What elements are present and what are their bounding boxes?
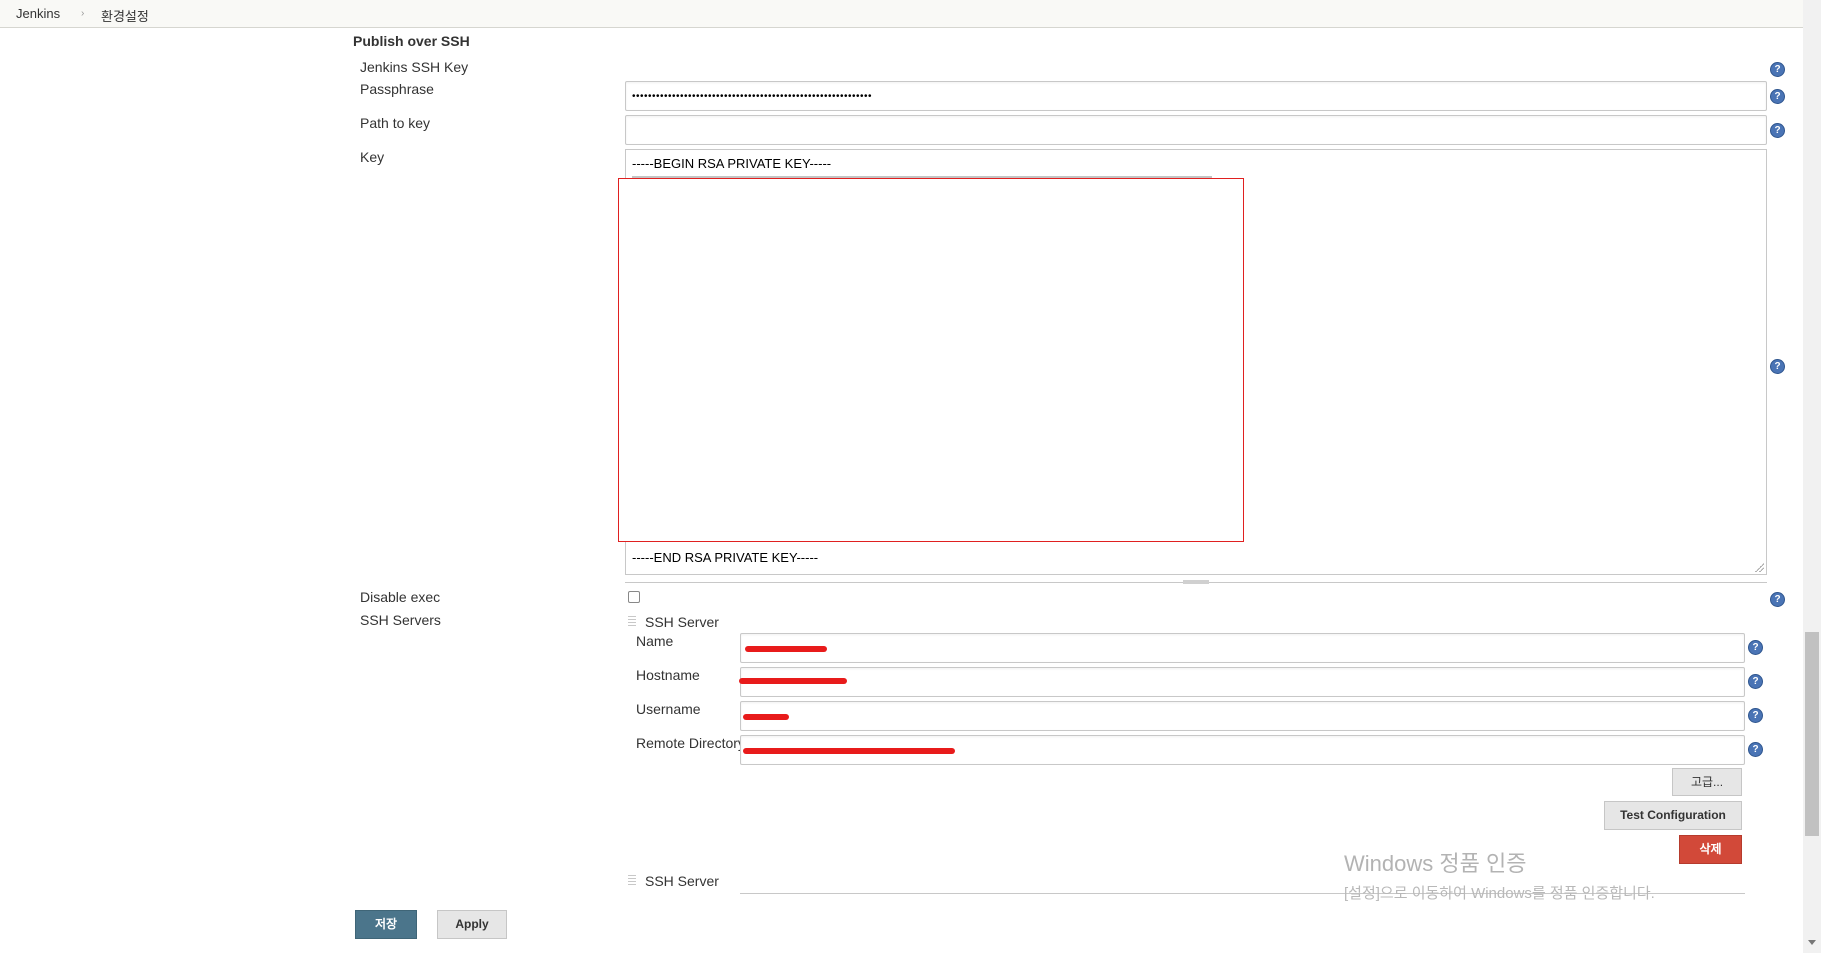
disable-exec-checkbox[interactable] (628, 591, 640, 603)
advanced-button[interactable]: 고급... (1672, 768, 1742, 796)
key-label: Key (360, 149, 385, 165)
help-icon[interactable]: ? (1770, 62, 1785, 77)
resize-grip-icon[interactable] (1754, 562, 1764, 572)
drag-handle-icon[interactable] (628, 875, 636, 887)
redaction-mark (739, 678, 847, 684)
delete-server-button[interactable]: 삭제 (1679, 835, 1742, 864)
redaction-mark (743, 748, 955, 754)
section-title: Publish over SSH (353, 33, 470, 49)
server-username-input[interactable] (740, 701, 1745, 731)
server-hostname-label: Hostname (636, 667, 700, 683)
save-button[interactable]: 저장 (355, 910, 417, 939)
breadcrumb: Jenkins › 환경설정 (0, 0, 1821, 28)
textarea-resize-handle[interactable] (1183, 580, 1209, 584)
help-icon[interactable]: ? (1748, 640, 1763, 655)
breadcrumb-separator-icon: › (81, 8, 85, 19)
redaction-mark (743, 714, 789, 720)
scroll-down-arrow-icon[interactable] (1808, 940, 1816, 945)
server-username-label: Username (636, 701, 701, 717)
scrollbar-thumb[interactable] (1805, 632, 1819, 836)
key-first-line: -----BEGIN RSA PRIVATE KEY----- (632, 156, 832, 171)
passphrase-label: Passphrase (360, 81, 434, 97)
disable-exec-label: Disable exec (360, 589, 441, 605)
help-icon[interactable]: ? (1770, 592, 1785, 607)
redaction-mark (745, 646, 827, 652)
path-to-key-input[interactable] (625, 115, 1767, 145)
server-remote-dir-label: Remote Directory (636, 735, 745, 751)
server-name-label: Name (636, 633, 674, 649)
ssh-servers-label: SSH Servers (360, 612, 441, 628)
key-last-line: -----END RSA PRIVATE KEY----- (632, 550, 819, 565)
server-name-input[interactable] (740, 633, 1745, 663)
passphrase-input[interactable] (625, 81, 1767, 111)
test-configuration-button[interactable]: Test Configuration (1604, 801, 1742, 830)
breadcrumb-config-link[interactable]: 환경설정 (101, 6, 149, 25)
ssh-server-header: SSH Server (645, 614, 719, 630)
help-icon[interactable]: ? (1748, 674, 1763, 689)
help-icon[interactable]: ? (1770, 359, 1785, 374)
breadcrumb-jenkins-link[interactable]: Jenkins (16, 6, 60, 21)
help-icon[interactable]: ? (1770, 89, 1785, 104)
windows-activation-watermark-text: [설정]으로 이동하여 Windows를 정품 인증합니다. (1344, 885, 1655, 902)
server-remote-dir-input[interactable] (740, 735, 1745, 765)
server-hostname-input[interactable] (739, 667, 1745, 697)
ssh-server-header: SSH Server (645, 873, 719, 889)
help-icon[interactable]: ? (1748, 742, 1763, 757)
vertical-scrollbar[interactable] (1803, 0, 1821, 953)
drag-handle-icon[interactable] (628, 616, 636, 628)
windows-activation-watermark-title: Windows 정품 인증 (1344, 851, 1527, 876)
apply-button[interactable]: Apply (437, 910, 507, 939)
jenkins-ssh-key-heading: Jenkins SSH Key (360, 59, 469, 75)
help-icon[interactable]: ? (1770, 123, 1785, 138)
help-icon[interactable]: ? (1748, 708, 1763, 723)
path-to-key-label: Path to key (360, 115, 431, 131)
redaction-box (618, 178, 1244, 542)
